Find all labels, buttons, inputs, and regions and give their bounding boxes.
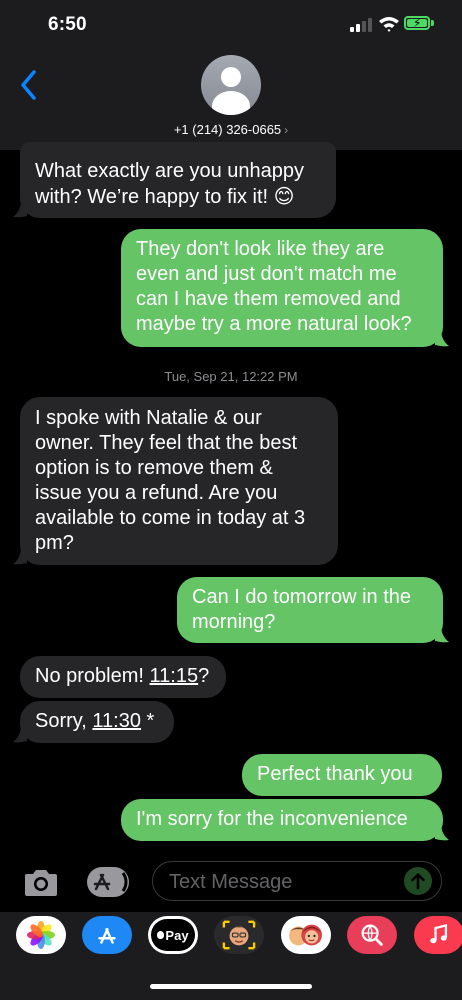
- message-line: I spoke with Natalie & our: [35, 407, 262, 429]
- message-input[interactable]: [167, 868, 391, 896]
- bubble-tail: [13, 549, 27, 565]
- message-timestamp: Tue, Sep 21, 12:22 PM: [164, 369, 298, 384]
- message-text: *: [141, 710, 155, 732]
- message-line: with? We’re happy to fix it! 😊: [35, 186, 295, 208]
- home-indicator[interactable]: [150, 984, 312, 989]
- message-bubble-incoming[interactable]: Sorry, 11:30 *: [20, 701, 174, 743]
- message-bubble-incoming[interactable]: No problem! 11:15?: [20, 656, 226, 698]
- bubble-tail: [435, 331, 449, 347]
- message-text: ?: [198, 665, 210, 687]
- message-bubble-outgoing[interactable]: Perfect thank you: [242, 754, 442, 796]
- message-text: Perfect thank you: [257, 763, 413, 785]
- cellular-signal-icon: [350, 18, 372, 32]
- message-bubble-incoming[interactable]: I spoke with Natalie & our owner. They f…: [20, 397, 338, 565]
- message-line: option is to remove them &: [35, 457, 273, 479]
- photos-app-icon[interactable]: [16, 916, 66, 954]
- message-text: Sorry,: [35, 710, 93, 732]
- conversation-header: 6:50 ⚡ +1 (214) 326-0665 ›: [0, 0, 462, 150]
- app-store-app-icon[interactable]: [82, 916, 132, 954]
- message-bubble-incoming[interactable]: What exactly are you unhappy with? We’re…: [20, 142, 336, 218]
- message-text: I'm sorry for the inconvenience: [136, 808, 408, 830]
- message-line: can I have them removed and: [136, 288, 401, 310]
- app-store-logo-icon: [98, 928, 116, 944]
- apple-pay-app-icon[interactable]: Pay: [148, 916, 198, 954]
- bubble-tail: [13, 202, 27, 218]
- battery-cap: [431, 20, 434, 26]
- app-store-icon[interactable]: [85, 865, 131, 899]
- contact-name[interactable]: +1 (214) 326-0665 ›: [0, 122, 462, 137]
- memoji-face-icon: [222, 920, 256, 950]
- smiling-face-emoji: 😊: [273, 186, 295, 208]
- message-line: pm?: [35, 532, 74, 554]
- message-line: issue you a refund. Are you: [35, 482, 278, 504]
- memoji-camera-app-icon[interactable]: [214, 916, 264, 954]
- message-line: even and just don't match me: [136, 263, 397, 285]
- message-line: They don't look like they are: [136, 238, 385, 260]
- camera-icon[interactable]: [22, 868, 60, 898]
- time-link[interactable]: 11:30: [92, 710, 141, 732]
- message-input-field[interactable]: [152, 861, 442, 901]
- message-bubble-outgoing[interactable]: Can I do tomorrow in the morning?: [177, 577, 443, 643]
- bubble-tail: [435, 627, 449, 643]
- photos-flower-icon: [27, 921, 55, 949]
- status-time: 6:50: [48, 14, 87, 35]
- message-bubble-outgoing[interactable]: They don't look like they are even and j…: [121, 229, 443, 347]
- apple-pay-label: Pay: [165, 927, 189, 943]
- wifi-icon: [379, 17, 399, 32]
- memoji-stickers-icon: [289, 924, 322, 946]
- time-link[interactable]: 11:15: [150, 665, 199, 687]
- send-button[interactable]: [404, 867, 432, 895]
- message-line: owner. They feel that the best: [35, 432, 298, 454]
- message-line: Can I do tomorrow in the: [192, 586, 411, 608]
- message-text: No problem!: [35, 665, 150, 687]
- globe-search-icon: [361, 924, 383, 946]
- contact-chevron-icon: ›: [284, 123, 289, 137]
- contact-avatar[interactable]: [201, 55, 261, 115]
- message-line: morning?: [192, 611, 276, 633]
- contact-number: +1 (214) 326-0665: [173, 122, 282, 137]
- music-app-icon[interactable]: [414, 916, 462, 954]
- message-line: maybe try a more natural look?: [136, 313, 412, 335]
- battery-icon: ⚡: [404, 16, 430, 30]
- back-chevron-icon[interactable]: [18, 68, 40, 102]
- apple-logo-icon: [157, 931, 165, 939]
- message-line: What exactly are you unhappy: [35, 160, 305, 182]
- search-images-app-icon[interactable]: [347, 916, 397, 954]
- bubble-tail: [435, 825, 449, 841]
- arrow-up-icon: [411, 873, 425, 890]
- message-line: available to come in today at 3: [35, 507, 306, 529]
- bubble-tail: [13, 727, 27, 743]
- message-bubble-outgoing[interactable]: I'm sorry for the inconvenience: [121, 799, 443, 841]
- memoji-stickers-app-icon[interactable]: [281, 916, 331, 954]
- music-note-icon: [430, 924, 448, 944]
